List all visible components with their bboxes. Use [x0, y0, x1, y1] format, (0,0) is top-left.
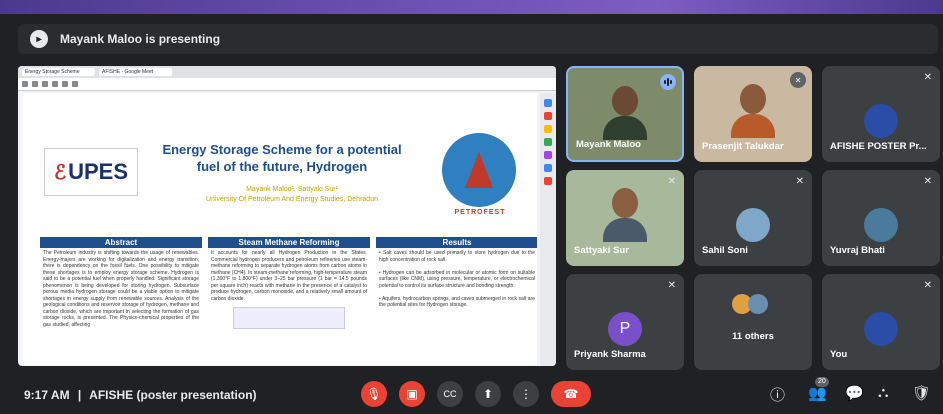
self-tile[interactable]: ✕ You [822, 274, 940, 370]
presenting-banner: ▸ Mayank Maloo is presenting [18, 24, 938, 54]
browser-tabstrip: Energy Storage Scheme AFISHE - Google Me… [18, 66, 556, 78]
tool-icon[interactable] [544, 138, 552, 146]
tool-icon[interactable] [544, 177, 552, 185]
video-feed [603, 188, 647, 244]
browser-tab[interactable]: AFISHE - Google Meet [99, 68, 172, 76]
section-heading: Abstract [40, 237, 202, 248]
browser-tab[interactable]: Energy Storage Scheme [22, 68, 95, 76]
tool-icon[interactable] [544, 125, 552, 133]
highlight-icon[interactable] [72, 81, 78, 87]
upes-logo: ℰ UPES [44, 148, 138, 196]
poster-authors: Mayank Maloo¹, Sattyaki Sur¹ University … [162, 185, 422, 205]
tool-icon[interactable] [544, 99, 552, 107]
speaking-indicator-icon [660, 74, 676, 90]
avatar: P [608, 312, 642, 346]
mic-off-icon: ✕ [923, 72, 932, 83]
reload-icon[interactable] [42, 81, 48, 87]
mic-off-icon: ✕ [790, 72, 806, 88]
section-heading: Results [376, 237, 537, 248]
participant-name: Prasenjit Talukdar [702, 141, 784, 152]
screen-share[interactable]: Energy Storage Scheme AFISHE - Google Me… [18, 66, 556, 366]
forward-icon[interactable] [32, 81, 38, 87]
results-section: Results • Salt caves should be used prim… [376, 237, 537, 365]
abstract-section: Abstract The Petroleum industry is shift… [40, 237, 202, 365]
participant-name: Sattyaki Sur [574, 245, 629, 256]
section-heading: Steam Methane Reforming [208, 237, 370, 248]
petrofest-logo [442, 133, 516, 207]
present-icon[interactable]: ⬆ [475, 381, 501, 407]
avatar [864, 312, 898, 346]
petrofest-label: PETROFEST [454, 209, 506, 216]
mic-off-icon: ✕ [795, 176, 804, 187]
participant-tile[interactable]: P ✕ Priyank Sharma [566, 274, 684, 370]
pdf-side-toolbar [540, 93, 556, 366]
participant-name: Sahil Soni [702, 245, 748, 256]
activities-icon[interactable]: ⛬ [878, 384, 889, 401]
tool-icon[interactable] [544, 164, 552, 172]
pdf-toolbar [18, 78, 556, 91]
mic-off-icon: ✕ [667, 280, 676, 291]
rig-icon [465, 152, 493, 188]
top-gradient-strip [0, 0, 943, 14]
presenting-text: Mayank Maloo is presenting [60, 32, 221, 46]
mic-off-icon: ✕ [923, 176, 932, 187]
section-body: The Petroleum industry is shifting towar… [43, 250, 199, 328]
presenter-icon: ▸ [30, 30, 48, 48]
section-body: • Salt caves should be used primarily to… [379, 250, 535, 308]
participant-tile[interactable]: ✕ Sahil Soni [694, 170, 812, 266]
avatar [864, 104, 898, 138]
chat-icon[interactable]: 💬 [845, 384, 864, 402]
clock: 9:17 AM [24, 388, 70, 402]
avatar [864, 208, 898, 242]
smr-section: Steam Methane Reforming It accounts for … [208, 237, 370, 365]
separator: | [77, 388, 82, 402]
avatar [736, 208, 770, 242]
participant-name: AFISHE POSTER Pr... [830, 141, 927, 152]
video-feed [603, 86, 647, 142]
poster-title-line2: fuel of the future, Hydrogen [196, 159, 368, 174]
diagram-thumbnail [233, 307, 345, 329]
zoom-icon[interactable] [52, 81, 58, 87]
participant-tile[interactable]: Mayank Maloo [566, 66, 684, 162]
meeting-controls-bar: 9:17 AM | AFISHE (poster presentation) 🎙… [0, 374, 943, 414]
participant-tile[interactable]: ✕ AFISHE POSTER Pr... [822, 66, 940, 162]
section-body: It accounts for nearly all Hydrogen Prod… [211, 250, 367, 302]
participant-name: Priyank Sharma [574, 349, 646, 360]
camera-off-icon[interactable]: ▣ [399, 381, 425, 407]
others-count: 11 others [732, 331, 774, 342]
others-tile[interactable]: 11 others [694, 274, 812, 370]
avatar [748, 294, 768, 314]
hangup-icon[interactable]: ☎ [551, 381, 591, 407]
people-count-badge: 20 [815, 377, 829, 387]
host-controls-icon[interactable]: 🛡 [912, 384, 931, 402]
authors-line: Mayank Maloo¹, Sattyaki Sur¹ [246, 186, 338, 193]
affiliation-line: University Of Petroleum And Energy Studi… [206, 196, 378, 203]
draw-icon[interactable] [62, 81, 68, 87]
tool-icon[interactable] [544, 151, 552, 159]
participant-name: You [830, 349, 848, 360]
participant-name: Yuvraj Bhati [830, 245, 885, 256]
video-feed [731, 84, 775, 140]
tool-icon[interactable] [544, 112, 552, 120]
participant-tile[interactable]: ✕ Sattyaki Sur [566, 170, 684, 266]
mic-off-icon[interactable]: 🎙 [361, 381, 387, 407]
upes-logo-text: UPES [68, 159, 129, 184]
meeting-info: 9:17 AM | AFISHE (poster presentation) [24, 388, 257, 402]
participant-name: Mayank Maloo [576, 139, 641, 150]
poster-title: Energy Storage Scheme for a potential fu… [142, 141, 422, 175]
poster-title-line1: Energy Storage Scheme for a potential [162, 142, 402, 157]
mic-off-icon: ✕ [667, 176, 676, 187]
poster-page: ℰ UPES Energy Storage Scheme for a potent… [22, 93, 537, 365]
captions-icon[interactable]: CC [437, 381, 463, 407]
info-icon[interactable]: ⓘ [770, 384, 785, 405]
participant-tile[interactable]: ✕ Prasenjit Talukdar [694, 66, 812, 162]
back-icon[interactable] [22, 81, 28, 87]
more-icon[interactable]: ⋮ [513, 381, 539, 407]
participant-tile[interactable]: ✕ Yuvraj Bhati [822, 170, 940, 266]
mic-off-icon: ✕ [923, 280, 932, 291]
meeting-title: AFISHE (poster presentation) [89, 388, 257, 402]
